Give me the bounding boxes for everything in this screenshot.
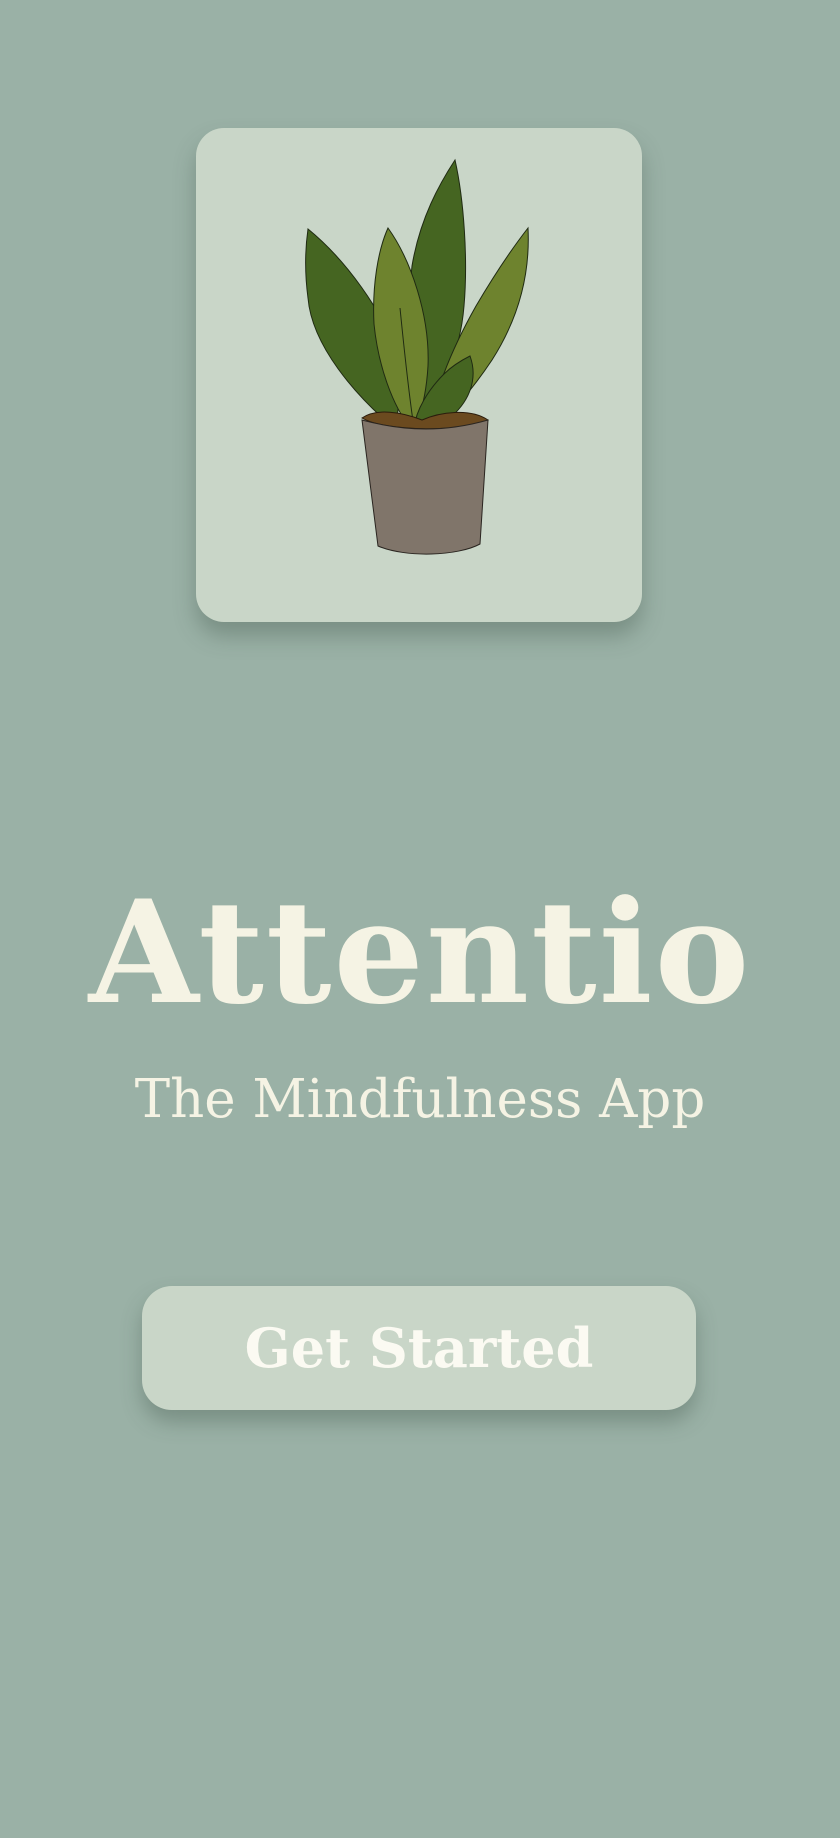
get-started-button[interactable]: Get Started [142, 1286, 696, 1410]
app-subtitle: The Mindfulness App [134, 1069, 706, 1130]
plant-pot [361, 419, 489, 555]
app-title: Attentio [88, 870, 752, 1036]
app-logo-card [196, 128, 642, 622]
potted-plant-icon [305, 158, 529, 555]
